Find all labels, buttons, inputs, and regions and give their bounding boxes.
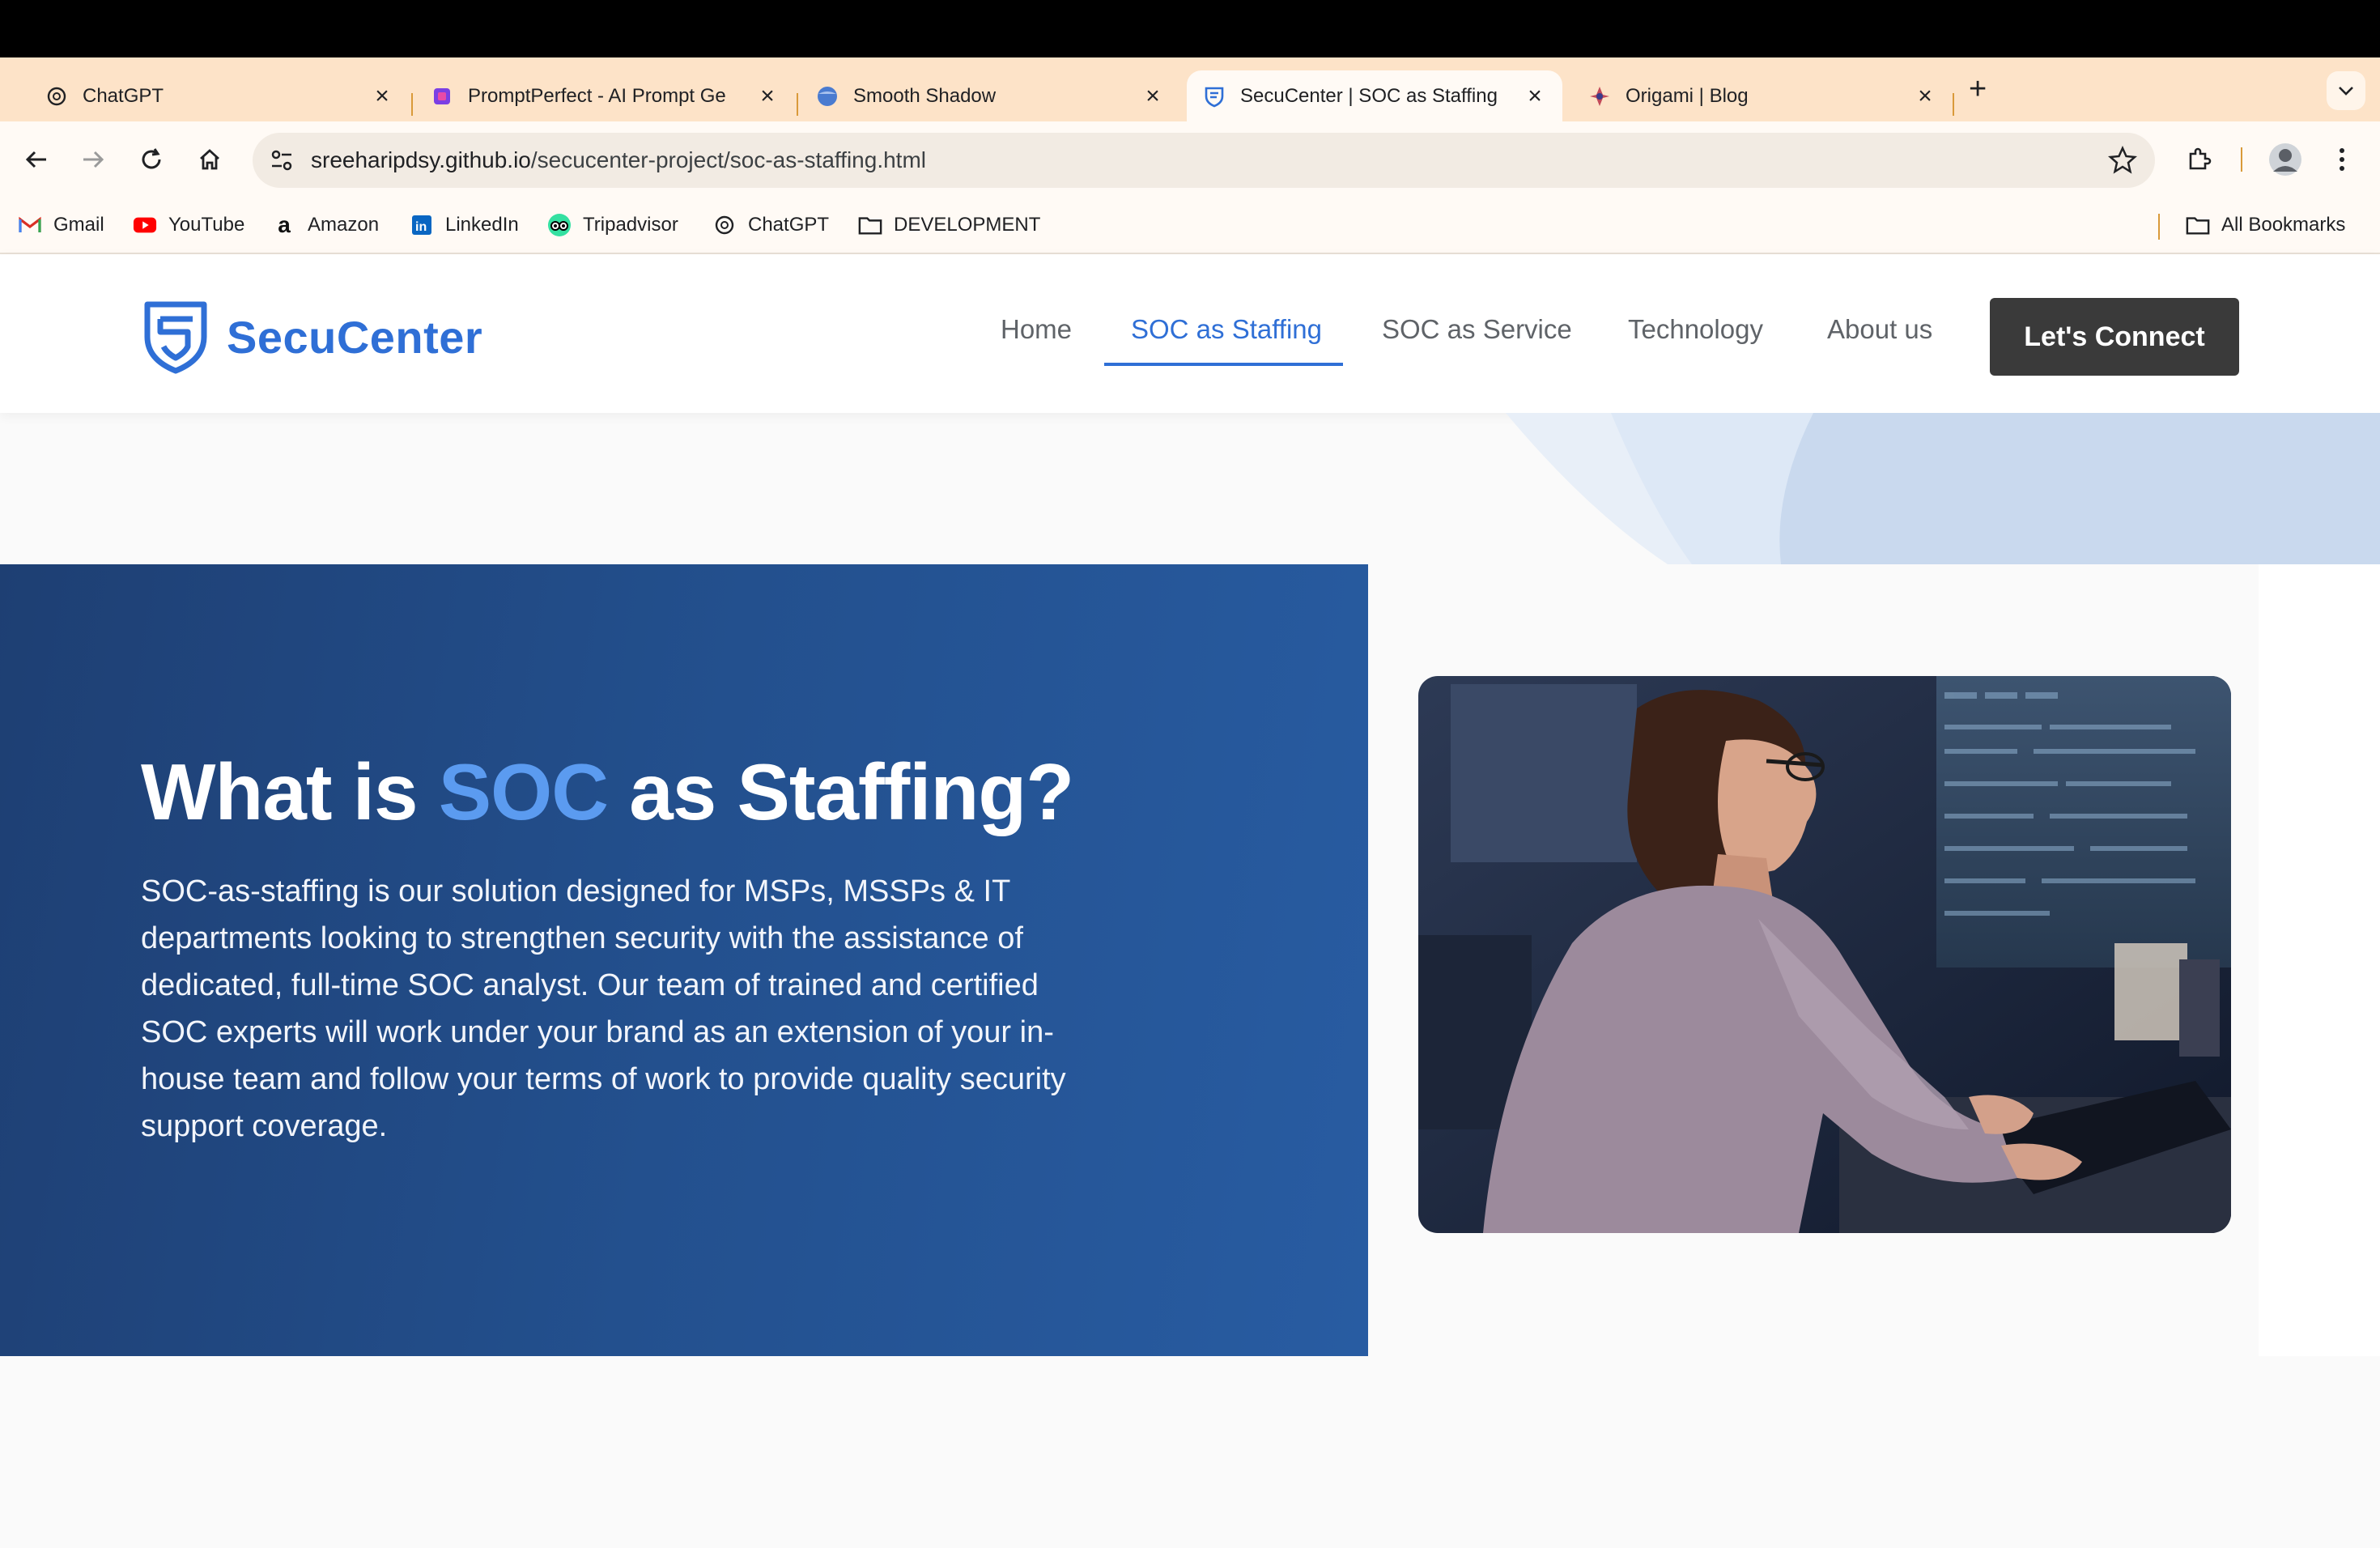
bookmark-gmail[interactable]: Gmail bbox=[18, 211, 104, 240]
origami-icon bbox=[1588, 85, 1611, 108]
bookmark-label: DEVELOPMENT bbox=[894, 214, 1041, 236]
nav-home[interactable]: Home bbox=[1001, 314, 1072, 345]
close-icon[interactable]: × bbox=[1524, 83, 1546, 108]
openai-icon bbox=[712, 213, 737, 237]
logo-text: SecuCenter bbox=[227, 311, 483, 363]
tab-smooth-shadow[interactable]: Smooth Shadow × bbox=[816, 70, 1164, 121]
gmail-icon bbox=[18, 213, 42, 237]
forward-arrow-icon[interactable] bbox=[73, 139, 113, 180]
tab-title: PromptPerfect - AI Prompt Ge bbox=[468, 84, 726, 107]
new-tab-plus-icon[interactable]: + bbox=[1969, 73, 1987, 105]
amazon-icon: a bbox=[278, 212, 291, 237]
site-header: SecuCenter Home SOC as Staffing SOC as S… bbox=[0, 254, 2380, 413]
tab-chatgpt[interactable]: ChatGPT × bbox=[45, 70, 393, 121]
tab-search-chevron-icon[interactable] bbox=[2327, 71, 2365, 110]
tab-title: ChatGPT bbox=[83, 84, 164, 107]
secucenter-shield-icon bbox=[144, 301, 207, 374]
address-bar[interactable]: sreeharipdsy.github.io/secucenter-projec… bbox=[253, 133, 2155, 188]
os-top-bar bbox=[0, 0, 2380, 57]
site-logo[interactable]: SecuCenter bbox=[142, 300, 482, 374]
browser-tab-strip: ChatGPT × PromptPerfect - AI Prompt Ge ×… bbox=[0, 57, 2380, 121]
smooth-shadow-icon bbox=[816, 85, 839, 108]
decorative-arcs bbox=[0, 413, 2380, 564]
nav-about-us[interactable]: About us bbox=[1827, 314, 1932, 345]
back-arrow-icon[interactable] bbox=[16, 139, 57, 180]
tripadvisor-icon bbox=[547, 213, 572, 237]
hero-title-accent: SOC bbox=[438, 747, 609, 836]
extensions-puzzle-icon[interactable] bbox=[2179, 139, 2220, 180]
svg-text:in: in bbox=[415, 220, 427, 234]
folder-icon bbox=[858, 213, 882, 237]
tab-title: SecuCenter | SOC as Staffing bbox=[1240, 84, 1498, 107]
bookmark-label: YouTube bbox=[168, 214, 245, 236]
tab-secucenter[interactable]: SecuCenter | SOC as Staffing × bbox=[1187, 70, 1562, 121]
tab-origami[interactable]: Origami | Blog × bbox=[1588, 70, 1936, 121]
bookmark-label: LinkedIn bbox=[445, 214, 519, 236]
nav-soc-as-staffing[interactable]: SOC as Staffing bbox=[1131, 314, 1322, 345]
hero-description: SOC-as-staffing is our solution designed… bbox=[141, 874, 1066, 1143]
tab-divider bbox=[797, 93, 798, 116]
toolbar-divider bbox=[2241, 147, 2242, 172]
analyst-at-monitors-photo bbox=[1418, 676, 2231, 1233]
tab-divider bbox=[411, 93, 413, 116]
tab-title: Origami | Blog bbox=[1626, 84, 1749, 107]
tab-divider bbox=[1953, 93, 1954, 116]
avatar[interactable] bbox=[2265, 139, 2306, 180]
openai-icon bbox=[45, 85, 68, 108]
bookmark-folder-development[interactable]: DEVELOPMENT bbox=[858, 211, 1040, 240]
hero-title: What is SOC as Staffing? bbox=[141, 747, 1074, 836]
all-bookmarks-button[interactable]: All Bookmarks bbox=[2186, 211, 2345, 240]
nav-technology[interactable]: Technology bbox=[1628, 314, 1763, 345]
browser-toolbar: sreeharipdsy.github.io/secucenter-projec… bbox=[0, 121, 2380, 198]
promptperfect-icon bbox=[431, 85, 453, 108]
bookmark-label: ChatGPT bbox=[748, 214, 830, 236]
nav-soc-as-service[interactable]: SOC as Service bbox=[1382, 314, 1572, 345]
home-icon[interactable] bbox=[189, 139, 230, 180]
bookmark-star-icon[interactable] bbox=[2108, 146, 2137, 175]
bookmark-youtube[interactable]: YouTube bbox=[133, 211, 244, 240]
youtube-icon bbox=[133, 213, 157, 237]
linkedin-icon: in bbox=[410, 213, 434, 237]
active-nav-underline bbox=[1104, 363, 1343, 366]
secucenter-shield-icon bbox=[1203, 85, 1226, 108]
all-bookmarks-label: All Bookmarks bbox=[2221, 214, 2346, 236]
bookmark-label: Tripadvisor bbox=[583, 214, 678, 236]
hero-right-edge bbox=[2259, 564, 2380, 1356]
tab-promptperfect[interactable]: PromptPerfect - AI Prompt Ge × bbox=[431, 70, 779, 121]
bookmark-chatgpt[interactable]: ChatGPT bbox=[712, 211, 829, 240]
reload-icon[interactable] bbox=[131, 139, 172, 180]
close-icon[interactable]: × bbox=[756, 83, 779, 108]
close-icon[interactable]: × bbox=[371, 83, 393, 108]
bookmarks-bar: Gmail YouTube a Amazon in LinkedIn Tripa… bbox=[0, 198, 2380, 254]
bookmark-amazon[interactable]: a Amazon bbox=[272, 211, 379, 240]
lets-connect-button[interactable]: Let's Connect bbox=[1990, 298, 2239, 376]
bookmark-label: Amazon bbox=[308, 214, 380, 236]
close-icon[interactable]: × bbox=[1914, 83, 1936, 108]
url-text: sreeharipdsy.github.io/secucenter-projec… bbox=[311, 147, 927, 172]
more-vert-icon[interactable] bbox=[2322, 139, 2362, 180]
folder-icon bbox=[2186, 213, 2210, 237]
tab-title: Smooth Shadow bbox=[853, 84, 997, 107]
bookmark-tripadvisor[interactable]: Tripadvisor bbox=[547, 211, 678, 240]
close-icon[interactable]: × bbox=[1141, 83, 1164, 108]
site-settings-icon[interactable] bbox=[267, 146, 296, 175]
bookmark-label: Gmail bbox=[53, 214, 104, 236]
bookmark-linkedin[interactable]: in LinkedIn bbox=[410, 211, 519, 240]
bookmarks-divider bbox=[2158, 214, 2160, 240]
